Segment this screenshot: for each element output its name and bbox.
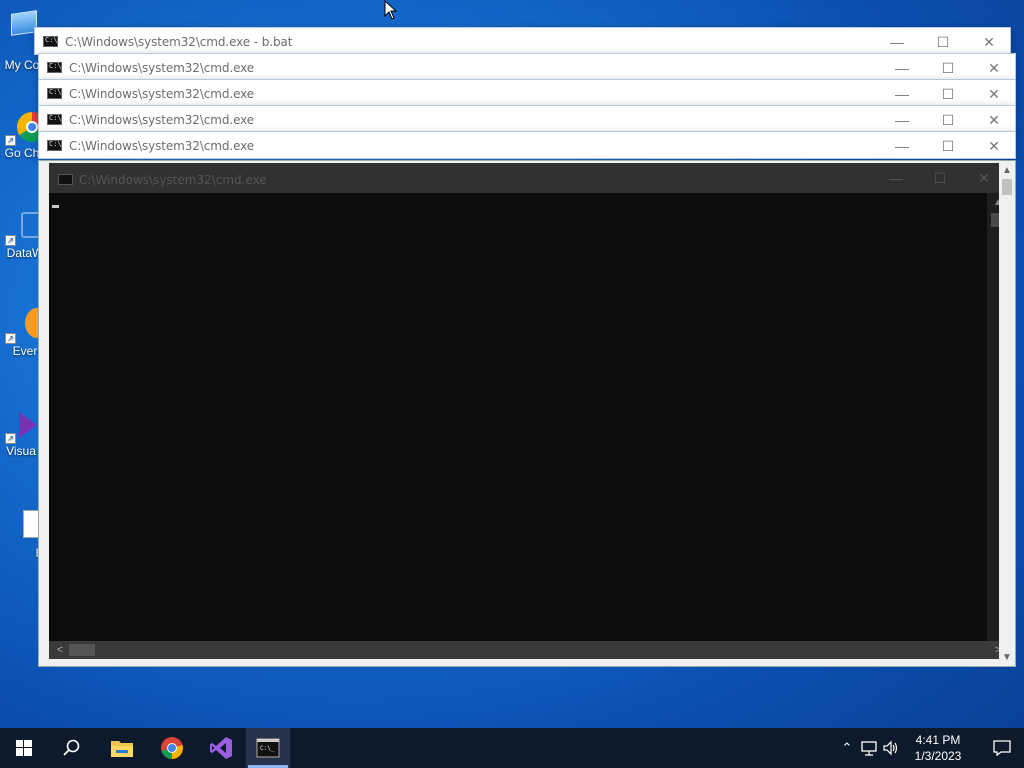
maximize-button[interactable]: ☐ xyxy=(925,80,971,108)
svg-text:C:\_: C:\_ xyxy=(260,745,275,752)
search-button[interactable] xyxy=(48,728,96,768)
close-button[interactable]: ✕ xyxy=(971,80,1017,108)
mouse-pointer-icon xyxy=(384,0,398,20)
shortcut-arrow-icon: ↗ xyxy=(5,433,16,444)
shortcut-arrow-icon: ↗ xyxy=(5,235,16,246)
window-title: C:\Windows\system32\cmd.exe xyxy=(79,173,267,187)
cmd-icon xyxy=(43,36,58,47)
scroll-left-icon[interactable]: < xyxy=(51,641,69,659)
search-icon xyxy=(63,739,80,756)
cmd-icon xyxy=(47,140,62,151)
cmd-window-5[interactable]: C:\Windows\system32\cmd.exe — ☐ ✕ xyxy=(38,131,1016,159)
minimize-button[interactable]: — xyxy=(874,28,920,56)
cmd-window-2[interactable]: C:\Windows\system32\cmd.exe — ☐ ✕ xyxy=(38,53,1016,81)
window-title: C:\Windows\system32\cmd.exe xyxy=(69,87,255,101)
file-explorer-icon xyxy=(111,741,133,757)
chrome-icon xyxy=(161,737,183,759)
taskbar-clock[interactable]: 4:41 PM 1/3/2023 xyxy=(908,732,968,764)
minimize-button[interactable]: — xyxy=(879,106,925,134)
network-icon[interactable] xyxy=(860,740,878,756)
scroll-thumb[interactable] xyxy=(1002,179,1012,195)
close-button[interactable]: ✕ xyxy=(971,54,1017,82)
notification-icon xyxy=(993,740,1011,756)
maximize-button[interactable]: ☐ xyxy=(920,28,966,56)
chrome-icon: ↗ xyxy=(5,110,47,146)
taskbar-cmd[interactable]: C:\_ xyxy=(246,728,290,768)
console-title-bar[interactable]: C:\Windows\system32\cmd.exe — ☐ ✕ xyxy=(49,163,1009,193)
cmd-window-main[interactable]: C:\Windows\system32\cmd.exe — ☐ ✕ ▲ < > … xyxy=(38,160,1016,667)
cmd-icon xyxy=(47,62,62,73)
visual-studio-icon xyxy=(210,737,232,759)
file-icon xyxy=(5,510,45,544)
everything-icon: ↗ xyxy=(5,308,49,344)
datawrangler-icon: ↗ xyxy=(5,210,43,246)
shortcut-arrow-icon: ↗ xyxy=(5,333,16,344)
taskbar-file-explorer[interactable] xyxy=(98,728,146,768)
start-button[interactable] xyxy=(0,728,48,768)
clock-time: 4:41 PM xyxy=(915,733,961,747)
maximize-button[interactable]: ☐ xyxy=(917,163,963,193)
console-window[interactable]: C:\Windows\system32\cmd.exe — ☐ ✕ ▲ < > xyxy=(49,163,1009,659)
taskbar-chrome[interactable] xyxy=(148,728,196,768)
console-horizontal-scrollbar[interactable]: < > xyxy=(49,641,1009,659)
outer-vertical-scrollbar[interactable]: ▲ ▼ xyxy=(999,163,1015,666)
taskbar-visual-studio[interactable] xyxy=(197,728,245,768)
text-cursor xyxy=(52,205,59,208)
chevron-up-icon[interactable]: ⌃ xyxy=(838,740,856,756)
maximize-button[interactable]: ☐ xyxy=(925,106,971,134)
notification-center-button[interactable] xyxy=(980,728,1024,768)
cmd-icon xyxy=(47,88,62,99)
close-button[interactable]: ✕ xyxy=(966,28,1012,56)
minimize-button[interactable]: — xyxy=(879,132,925,160)
window-title: C:\Windows\system32\cmd.exe xyxy=(69,139,255,153)
scroll-up-icon[interactable]: ▲ xyxy=(999,163,1015,179)
cmd-window-3[interactable]: C:\Windows\system32\cmd.exe — ☐ ✕ xyxy=(38,79,1016,107)
scroll-thumb[interactable] xyxy=(69,644,95,656)
taskbar: C:\_ ⌃ 4:41 PM 1/3/2023 xyxy=(0,728,1024,768)
window-title: C:\Windows\system32\cmd.exe - b.bat xyxy=(65,35,293,49)
maximize-button[interactable]: ☐ xyxy=(925,54,971,82)
clock-date: 1/3/2023 xyxy=(914,749,962,763)
window-title: C:\Windows\system32\cmd.exe xyxy=(69,61,255,75)
scroll-down-icon[interactable]: ▼ xyxy=(999,650,1015,666)
shortcut-arrow-icon: ↗ xyxy=(5,135,16,146)
system-tray: ⌃ xyxy=(838,728,900,768)
cmd-window-bbat[interactable]: C:\Windows\system32\cmd.exe - b.bat — ☐ … xyxy=(34,27,1011,55)
close-button[interactable]: ✕ xyxy=(971,106,1017,134)
minimize-button[interactable]: — xyxy=(879,54,925,82)
volume-icon[interactable] xyxy=(882,740,900,756)
console-output[interactable] xyxy=(49,193,987,641)
cmd-window-4[interactable]: C:\Windows\system32\cmd.exe — ☐ ✕ xyxy=(38,105,1016,133)
maximize-button[interactable]: ☐ xyxy=(925,132,971,160)
minimize-button[interactable]: — xyxy=(879,80,925,108)
minimize-button[interactable]: — xyxy=(873,163,919,193)
cmd-icon xyxy=(47,114,62,125)
start-icon xyxy=(16,740,32,756)
window-title: C:\Windows\system32\cmd.exe xyxy=(69,113,255,127)
close-button[interactable]: ✕ xyxy=(971,132,1017,160)
cmd-icon xyxy=(58,174,73,185)
visual-studio-icon: ↗ xyxy=(5,408,39,444)
cmd-icon: C:\_ xyxy=(256,738,280,758)
